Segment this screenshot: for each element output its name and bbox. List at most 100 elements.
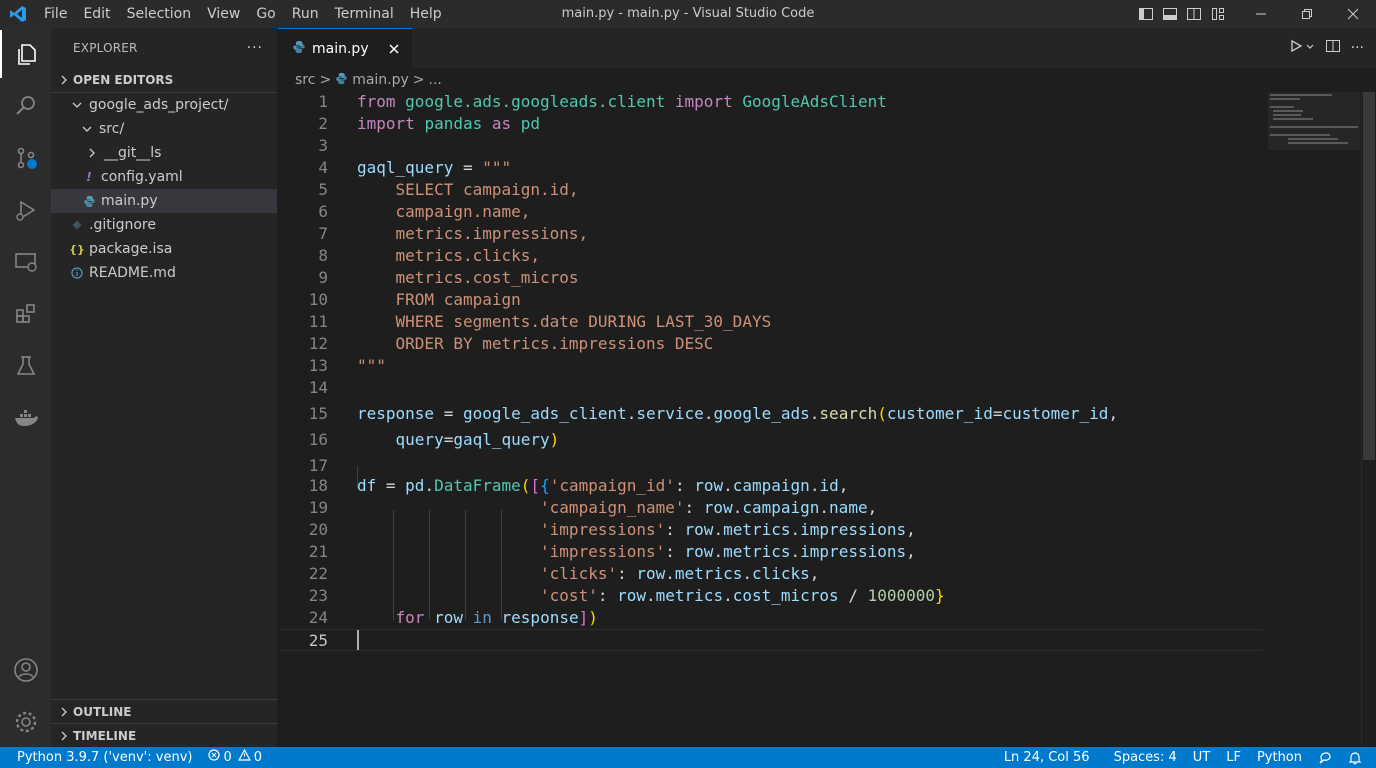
code-line[interactable]: 1 from google.ads.googleads.client import… — [278, 91, 1262, 113]
encoding[interactable]: UT — [1185, 747, 1218, 768]
code-line[interactable]: 24 for row in response]) — [278, 607, 1262, 629]
code-line[interactable]: 13 """ — [278, 355, 1262, 377]
code-line[interactable]: 18 df = pd.DataFrame([{'campaign_id': row… — [278, 475, 1262, 497]
code-token: . — [809, 404, 820, 423]
open-editors-section[interactable]: OPEN EDITORS — [51, 68, 277, 92]
menu-edit[interactable]: Edit — [75, 0, 118, 28]
code-line[interactable]: 7 metrics.impressions, — [278, 223, 1262, 245]
source-control-icon[interactable] — [0, 134, 51, 182]
cursor-position[interactable]: Ln 24, Col 56 — [996, 747, 1098, 768]
extensions-icon[interactable] — [0, 290, 51, 338]
code-line[interactable]: 19 'campaign_name': row.campaign.name, — [278, 497, 1262, 519]
docker-icon[interactable] — [0, 394, 51, 442]
code-line[interactable]: 9 metrics.cost_micros — [278, 267, 1262, 289]
language-mode[interactable]: Python — [1249, 747, 1310, 768]
code-text: SELECT campaign.id, — [357, 179, 579, 201]
close-icon[interactable] — [386, 41, 402, 57]
minimize-icon[interactable] — [1238, 0, 1284, 28]
more-actions-icon[interactable]: ··· — [247, 40, 263, 56]
menu-file[interactable]: File — [36, 0, 75, 28]
code-token: response — [501, 608, 579, 627]
code-line[interactable]: 3 — [278, 135, 1262, 157]
code-line[interactable]: 2 import pandas as pd — [278, 113, 1262, 135]
split-editor-icon[interactable] — [1325, 38, 1341, 58]
testing-icon[interactable] — [0, 342, 51, 390]
outline-section[interactable]: OUTLINE — [51, 699, 278, 723]
tree-item[interactable]: main.py — [51, 189, 277, 213]
breadcrumb-file[interactable]: main.py — [352, 72, 409, 88]
code-line[interactable]: 22 'clicks': row.metrics.clicks, — [278, 563, 1262, 585]
accounts-icon[interactable] — [0, 646, 51, 694]
search-icon[interactable] — [0, 82, 51, 130]
menu-terminal[interactable]: Terminal — [327, 0, 402, 28]
code-token: google_ads — [713, 404, 810, 423]
code-line[interactable]: 6 campaign.name, — [278, 201, 1262, 223]
menu-view[interactable]: View — [199, 0, 248, 28]
breadcrumb-symbol[interactable]: ... — [429, 72, 442, 88]
notifications-bell-icon[interactable] — [1340, 751, 1376, 765]
run-python-file-icon[interactable] — [1289, 39, 1303, 57]
code-text: 'impressions': row.metrics.impressions, — [357, 519, 916, 541]
code-line[interactable]: 12 ORDER BY metrics.impressions DESC — [278, 333, 1262, 355]
code-line[interactable]: 23 'cost': row.metrics.cost_micros / 100… — [278, 585, 1262, 607]
remote-explorer-icon[interactable] — [0, 238, 51, 286]
indentation[interactable]: Spaces: 4 — [1106, 747, 1185, 768]
tree-item[interactable]: __git__ls — [51, 141, 277, 165]
code-line[interactable]: 4 gaql_query = """ — [278, 157, 1262, 179]
code-token: = — [434, 404, 463, 423]
feedback-icon[interactable] — [1310, 751, 1340, 765]
code-line[interactable]: 21 'impressions': row.metrics.impression… — [278, 541, 1262, 563]
toggle-panel-icon[interactable] — [1158, 0, 1182, 28]
python-interpreter[interactable]: Python 3.9.7 ('venv': venv) — [0, 747, 200, 768]
scrollbar-thumb[interactable] — [1363, 92, 1375, 460]
code-line[interactable]: 5 SELECT campaign.id, — [278, 179, 1262, 201]
code-line[interactable]: 11 WHERE segments.date DURING LAST_30_DA… — [278, 311, 1262, 333]
menu-help[interactable]: Help — [402, 0, 450, 28]
run-debug-icon[interactable] — [0, 186, 51, 234]
timeline-label: TIMELINE — [73, 728, 137, 743]
run-dropdown-chevron-icon[interactable] — [1305, 41, 1315, 56]
tree-item[interactable]: README.md — [51, 261, 277, 285]
code-line[interactable]: 8 metrics.clicks, — [278, 245, 1262, 267]
outline-label: OUTLINE — [73, 704, 132, 719]
tree-item[interactable]: {} package.isa — [51, 237, 277, 261]
menu-selection[interactable]: Selection — [119, 0, 200, 28]
tab-main-py[interactable]: main.py — [278, 28, 412, 68]
problems-indicator[interactable]: 0 0 — [200, 747, 270, 768]
code-editor[interactable]: 1 from google.ads.googleads.client import… — [278, 92, 1376, 747]
minimap[interactable] — [1268, 92, 1360, 150]
explorer-icon[interactable] — [0, 30, 51, 78]
code-line[interactable]: 25 — [278, 629, 1262, 651]
more-actions-icon[interactable]: ··· — [1351, 40, 1364, 56]
end-of-line[interactable]: LF — [1218, 747, 1249, 768]
code-line[interactable]: 17 — [278, 455, 1262, 477]
tree-item[interactable]: ! config.yaml — [51, 165, 277, 189]
breadcrumb-src[interactable]: src — [295, 72, 315, 88]
tree-item[interactable]: google_ads_project/ — [51, 93, 277, 117]
code-token: . — [646, 586, 656, 605]
status-bar: Python 3.9.7 ('venv': venv) 0 0 Ln 24, C… — [0, 747, 1376, 768]
toggle-primary-sidebar-icon[interactable] — [1134, 0, 1158, 28]
toggle-secondary-sidebar-icon[interactable] — [1182, 0, 1206, 28]
close-window-icon[interactable] — [1330, 0, 1376, 28]
tree-item[interactable]: .gitignore — [51, 213, 277, 237]
code-line[interactable]: 14 — [278, 377, 1262, 399]
customize-layout-icon[interactable] — [1206, 0, 1230, 28]
vertical-scrollbar[interactable] — [1361, 92, 1375, 747]
line-number: 21 — [308, 542, 328, 561]
code-line[interactable]: 10 FROM campaign — [278, 289, 1262, 311]
code-line[interactable]: 16 query=gaql_query) — [278, 429, 1262, 451]
menu-go[interactable]: Go — [248, 0, 283, 28]
code-token: , — [1108, 404, 1119, 423]
tree-item[interactable]: src/ — [51, 117, 277, 141]
line-number: 3 — [318, 136, 328, 155]
timeline-section[interactable]: TIMELINE — [51, 723, 278, 747]
code-token: SELECT campaign.id, — [357, 180, 579, 199]
menu-run[interactable]: Run — [284, 0, 327, 28]
code-line[interactable]: 15 response = google_ads_client.service.g… — [278, 403, 1262, 425]
settings-gear-icon[interactable] — [0, 698, 51, 746]
code-token: : — [617, 564, 637, 583]
code-line[interactable]: 20 'impressions': row.metrics.impression… — [278, 519, 1262, 541]
restore-icon[interactable] — [1284, 0, 1330, 28]
code-token: campaign.name, — [357, 202, 531, 221]
